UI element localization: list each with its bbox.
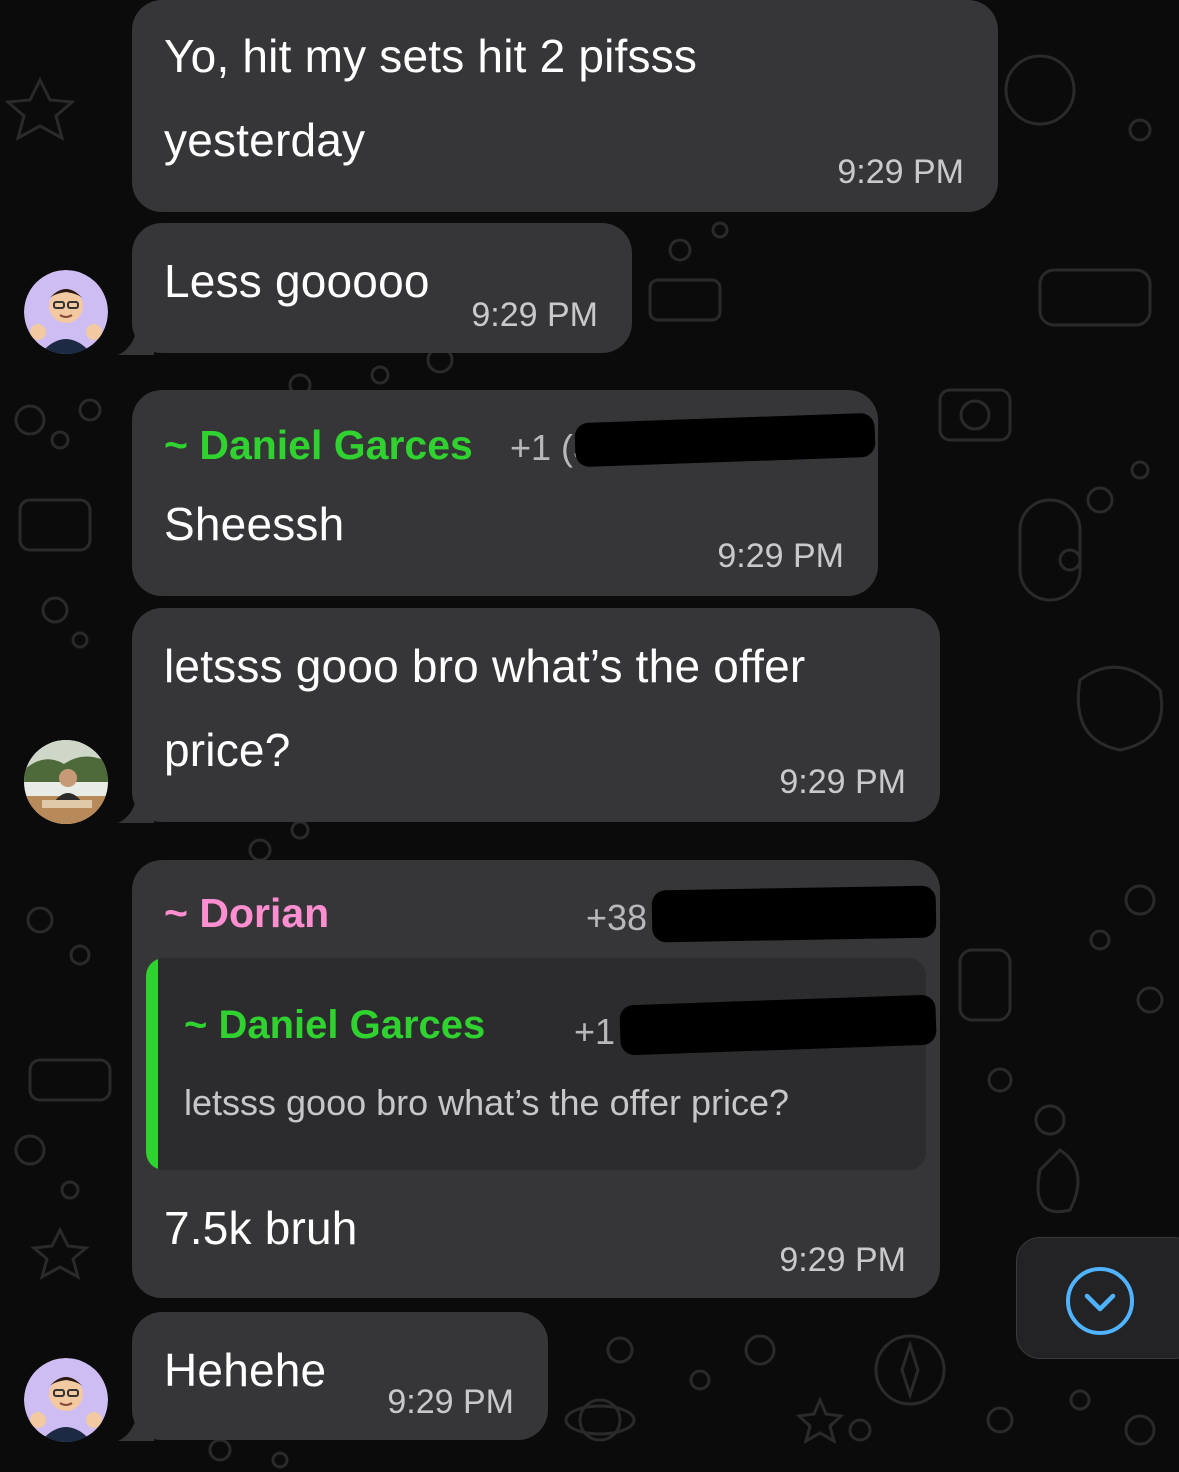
sender-phone: +38 <box>586 897 648 938</box>
avatar-photo[interactable] <box>24 740 108 824</box>
memoji-avatar-icon <box>24 270 108 354</box>
memoji-avatar-icon <box>24 1358 108 1442</box>
message-timestamp: 9:29 PM <box>837 153 964 191</box>
quoted-sender-name: ~ Daniel Garces <box>184 1003 486 1047</box>
quoted-text: letsss gooo bro what’s the offer price? <box>184 1082 790 1123</box>
message-timestamp: 9:29 PM <box>717 537 844 575</box>
message-bubble-1[interactable]: Yo, hit my sets hit 2 pifsss yesterday 9… <box>132 0 998 212</box>
chevron-down-circle-icon <box>1066 1267 1134 1335</box>
message-timestamp: 9:29 PM <box>779 763 906 801</box>
message-timestamp: 9:29 PM <box>471 296 598 334</box>
quoted-message[interactable]: ~ Daniel Garces +1 ( letsss gooo bro wha… <box>146 958 926 1170</box>
avatar-memoji[interactable] <box>24 1358 108 1442</box>
sender-name[interactable]: ~ Daniel Garces <box>164 420 473 470</box>
message-timestamp: 9:29 PM <box>779 1241 906 1279</box>
redaction-mark <box>651 885 937 943</box>
quote-accent-bar <box>146 958 158 1170</box>
message-bubble-6[interactable]: Hehehe 9:29 PM <box>132 1312 548 1440</box>
message-bubble-2[interactable]: Less gooooo 9:29 PM <box>132 223 632 353</box>
photo-avatar-icon <box>24 740 108 824</box>
sender-name[interactable]: ~ Dorian <box>164 888 329 938</box>
scroll-to-bottom-button[interactable] <box>1016 1237 1179 1359</box>
message-timestamp: 9:29 PM <box>387 1383 514 1421</box>
message-bubble-4[interactable]: letsss gooo bro what’s the offer price? … <box>132 608 940 822</box>
avatar-memoji[interactable] <box>24 270 108 354</box>
